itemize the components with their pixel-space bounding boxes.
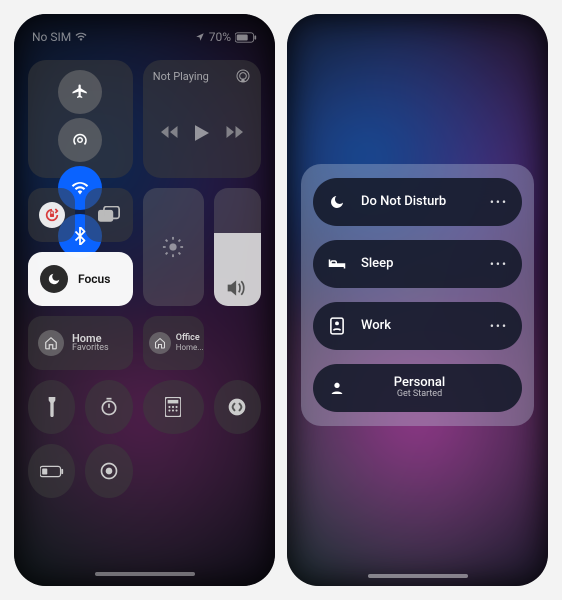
- office-tile[interactable]: Office Home...: [143, 316, 204, 370]
- home-text: Home Favorites: [72, 333, 109, 354]
- battery-icon: [235, 32, 257, 43]
- airplane-mode-button[interactable]: [58, 70, 102, 114]
- focus-label: Focus: [78, 272, 110, 286]
- volume-slider[interactable]: [214, 188, 261, 306]
- focus-mode-text: Personal Get Started: [361, 376, 478, 400]
- person-icon: [327, 380, 347, 396]
- home-sub: Favorites: [72, 344, 109, 353]
- focus-mode-work[interactable]: Work •••: [313, 302, 522, 350]
- home-icon: [154, 337, 166, 349]
- location-icon: [195, 32, 205, 42]
- control-center: No SIM 70%: [14, 14, 275, 586]
- more-icon[interactable]: •••: [490, 319, 508, 333]
- connectivity-tile[interactable]: [28, 60, 133, 178]
- screen-record-tile[interactable]: [85, 444, 132, 498]
- calculator-icon: [165, 397, 181, 417]
- brightness-slider[interactable]: [143, 188, 204, 306]
- office-icon-wrap: [149, 332, 171, 354]
- media-title: Not Playing: [153, 70, 209, 83]
- badge-icon: [327, 317, 347, 335]
- home-indicator[interactable]: [95, 572, 195, 576]
- focus-mode-label: Do Not Disturb: [361, 195, 476, 209]
- focus-mode-sleep[interactable]: Sleep •••: [313, 240, 522, 288]
- screen-mirroring-tile[interactable]: [85, 188, 132, 242]
- shazam-tile[interactable]: [214, 380, 261, 434]
- moon-icon: [327, 194, 347, 210]
- media-tile[interactable]: Not Playing: [143, 60, 261, 178]
- office-text: Office Home...: [176, 334, 204, 352]
- focus-mode-label: Personal: [394, 376, 445, 390]
- timer-icon: [99, 397, 119, 417]
- flashlight-tile[interactable]: [28, 380, 75, 434]
- brightness-icon: [162, 236, 184, 258]
- status-bar: No SIM 70%: [28, 28, 261, 46]
- tiles-grid: Not Playing: [28, 60, 261, 498]
- focus-mode-label: Sleep: [361, 257, 476, 271]
- airdrop-button[interactable]: [58, 118, 102, 162]
- airplane-icon: [71, 83, 89, 101]
- moon-icon: [47, 272, 61, 286]
- calculator-tile[interactable]: [143, 380, 204, 434]
- home-indicator[interactable]: [368, 574, 468, 578]
- screenshot-focus-menu: Do Not Disturb ••• Sleep ••• Work: [287, 14, 548, 586]
- prev-track-icon[interactable]: [161, 125, 179, 139]
- focus-expanded: Do Not Disturb ••• Sleep ••• Work: [287, 14, 548, 586]
- more-icon[interactable]: •••: [490, 195, 508, 209]
- record-icon: [99, 461, 119, 481]
- speaker-icon: [226, 278, 248, 298]
- focus-mode-text: Do Not Disturb: [361, 195, 476, 209]
- media-header: Not Playing: [143, 68, 261, 84]
- battery-status: 70%: [195, 30, 257, 44]
- media-controls: [161, 125, 243, 141]
- battery-low-icon: [40, 465, 64, 478]
- timer-tile[interactable]: [85, 380, 132, 434]
- no-sim-label: No SIM: [32, 30, 71, 44]
- focus-mode-personal[interactable]: Personal Get Started: [313, 364, 522, 412]
- focus-mode-sub: Get Started: [397, 390, 442, 400]
- airdrop-icon: [71, 131, 89, 149]
- battery-percent: 70%: [209, 30, 231, 44]
- home-favorites-tile[interactable]: Home Favorites: [28, 316, 133, 370]
- bed-icon: [327, 257, 347, 271]
- focus-icon-wrap: [40, 265, 68, 293]
- home-icon-wrap: [38, 330, 64, 356]
- orientation-lock-icon: [44, 207, 60, 223]
- carrier-status: No SIM: [32, 30, 87, 44]
- more-icon[interactable]: •••: [490, 257, 508, 271]
- screenshot-control-center: No SIM 70%: [14, 14, 275, 586]
- focus-panel: Do Not Disturb ••• Sleep ••• Work: [301, 164, 534, 426]
- shazam-icon: [227, 397, 247, 417]
- focus-mode-label: Work: [361, 319, 476, 333]
- focus-mode-text: Sleep: [361, 257, 476, 271]
- focus-tile[interactable]: Focus: [28, 252, 133, 306]
- airplay-icon[interactable]: [235, 68, 251, 84]
- flashlight-icon: [46, 397, 58, 417]
- low-power-tile[interactable]: [28, 444, 75, 498]
- office-sub: Home...: [176, 344, 204, 352]
- focus-mode-dnd[interactable]: Do Not Disturb •••: [313, 178, 522, 226]
- home-icon: [44, 336, 58, 350]
- next-track-icon[interactable]: [225, 125, 243, 139]
- screen-mirroring-icon: [98, 206, 120, 224]
- focus-mode-text: Work: [361, 319, 476, 333]
- orientation-lock-inner: [39, 202, 65, 228]
- wifi-icon: [75, 32, 87, 42]
- play-icon[interactable]: [195, 125, 209, 141]
- orientation-lock-tile[interactable]: [28, 188, 75, 242]
